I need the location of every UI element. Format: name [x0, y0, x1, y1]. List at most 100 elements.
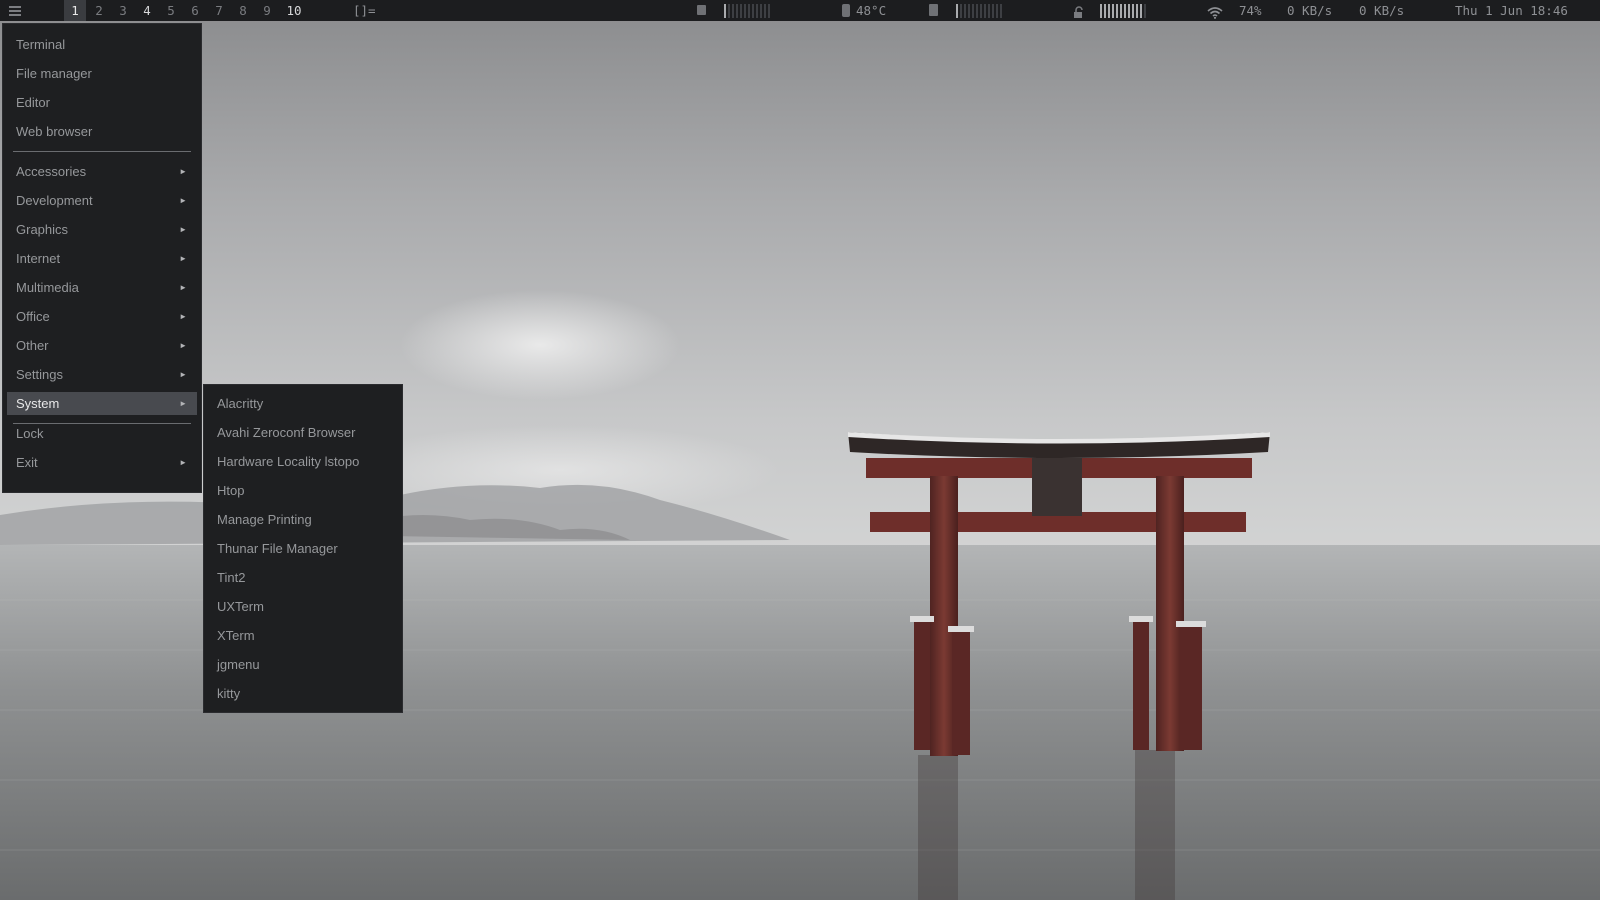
workspace-9[interactable]: 9	[256, 0, 278, 21]
menu-item-lock[interactable]: Lock	[7, 422, 197, 445]
menu-item-label: System	[16, 396, 60, 411]
menu-item-label: Tint2	[217, 570, 246, 585]
menu-category-other[interactable]: Other ►	[7, 334, 197, 357]
usage-bar-segment	[1108, 3, 1110, 18]
lock-icon	[1073, 4, 1085, 18]
submenu-item-xterm[interactable]: XTerm	[208, 624, 398, 647]
usage-bar-segment	[1112, 3, 1114, 18]
submenu-arrow-icon: ►	[179, 283, 187, 292]
submenu-arrow-icon: ►	[179, 225, 187, 234]
menu-category-system[interactable]: System ►	[7, 392, 197, 415]
usage-bar-segment	[1128, 3, 1130, 18]
usage-bar-segment	[972, 3, 974, 18]
wifi-icon[interactable]	[1207, 4, 1223, 19]
workspace-10[interactable]: 10	[283, 0, 305, 21]
cpu-usage-graph	[724, 0, 770, 21]
menu-icon[interactable]	[9, 0, 21, 21]
usage-bar-segment	[1144, 3, 1146, 18]
submenu-item-kitty[interactable]: kitty	[208, 682, 398, 705]
system-submenu: Alacritty Avahi Zeroconf Browser Hardware …	[203, 384, 403, 713]
memory-usage-graph	[956, 0, 1002, 21]
menu-item-label: Editor	[16, 95, 50, 110]
menu-item-editor[interactable]: Editor	[7, 91, 197, 114]
usage-bar-segment	[740, 3, 742, 18]
clock[interactable]: Thu 1 Jun 18:46	[1455, 0, 1568, 21]
usage-bar-segment	[964, 3, 966, 18]
menu-item-file-manager[interactable]: File manager	[7, 62, 197, 85]
submenu-item-hardware-locality-lstopo[interactable]: Hardware Locality lstopo	[208, 450, 398, 473]
menu-item-terminal[interactable]: Terminal	[7, 33, 197, 56]
menu-category-accessories[interactable]: Accessories ►	[7, 160, 197, 183]
disk-usage-graph	[1100, 0, 1146, 21]
usage-bar-segment	[768, 3, 770, 18]
usage-bar-segment	[1124, 3, 1126, 18]
usage-bar-segment	[1100, 3, 1102, 18]
menu-item-label: Alacritty	[217, 396, 264, 411]
menu-item-label: Lock	[16, 426, 44, 441]
menu-item-label: jgmenu	[217, 657, 260, 672]
submenu-item-manage-printing[interactable]: Manage Printing	[208, 508, 398, 531]
menu-item-web-browser[interactable]: Web browser	[7, 120, 197, 143]
usage-bar-segment	[732, 3, 734, 18]
temperature-value: 48°C	[856, 3, 887, 18]
menu-item-label: Avahi Zeroconf Browser	[217, 425, 356, 440]
menu-item-label: Other	[16, 338, 49, 353]
menu-item-label: Graphics	[16, 222, 69, 237]
menu-item-label: XTerm	[217, 628, 255, 643]
usage-bar-segment	[756, 3, 758, 18]
workspace-1[interactable]: 1	[64, 0, 86, 21]
usage-bar-segment	[980, 3, 982, 18]
workspace-5[interactable]: 5	[160, 0, 182, 21]
submenu-item-alacritty[interactable]: Alacritty	[208, 392, 398, 415]
workspace-4[interactable]: 4	[136, 0, 158, 21]
top-status-bar: 1 2 3 4 5 6 7 8 9 10 []= 48°C 74% 0 KB/s 0 KB/s T…	[0, 0, 1600, 21]
usage-bar-segment	[764, 3, 766, 18]
menu-category-office[interactable]: Office ►	[7, 305, 197, 328]
submenu-item-thunar-file-manager[interactable]: Thunar File Manager	[208, 537, 398, 560]
usage-bar-segment	[1116, 3, 1118, 18]
menu-category-settings[interactable]: Settings ►	[7, 363, 197, 386]
submenu-item-uxterm[interactable]: UXTerm	[208, 595, 398, 618]
usage-bar-segment	[748, 3, 750, 18]
workspace-6[interactable]: 6	[184, 0, 206, 21]
usage-bar-segment	[744, 3, 746, 18]
submenu-item-htop[interactable]: Htop	[208, 479, 398, 502]
usage-bar-segment	[988, 3, 990, 18]
menu-item-label: Hardware Locality lstopo	[217, 454, 360, 469]
usage-bar-segment	[1132, 3, 1134, 18]
thermometer-icon	[842, 4, 850, 17]
submenu-arrow-icon: ►	[179, 341, 187, 350]
workspace-7[interactable]: 7	[208, 0, 230, 21]
workspace-3[interactable]: 3	[112, 0, 134, 21]
submenu-item-jgmenu[interactable]: jgmenu	[208, 653, 398, 676]
cpu-icon	[697, 5, 706, 15]
usage-bar-segment	[976, 3, 978, 18]
usage-bar-segment	[1104, 3, 1106, 18]
usage-bar-segment	[960, 3, 962, 18]
usage-bar-segment	[724, 3, 726, 18]
submenu-item-avahi-zeroconf-browser[interactable]: Avahi Zeroconf Browser	[208, 421, 398, 444]
menu-item-label: kitty	[217, 686, 241, 701]
menu-item-label: Web browser	[16, 124, 93, 139]
usage-bar-segment	[1000, 3, 1002, 18]
submenu-item-tint2[interactable]: Tint2	[208, 566, 398, 589]
usage-bar-segment	[728, 3, 730, 18]
wifi-strength: 74%	[1239, 3, 1262, 18]
menu-category-development[interactable]: Development ►	[7, 189, 197, 212]
menu-item-label: UXTerm	[217, 599, 264, 614]
menu-item-label: Office	[16, 309, 50, 324]
usage-bar-segment	[992, 3, 994, 18]
menu-separator	[13, 151, 191, 152]
workspace-2[interactable]: 2	[88, 0, 110, 21]
usage-bar-segment	[956, 3, 958, 18]
submenu-arrow-icon: ►	[179, 312, 187, 321]
menu-category-graphics[interactable]: Graphics ►	[7, 218, 197, 241]
submenu-arrow-icon: ►	[179, 399, 187, 408]
menu-category-internet[interactable]: Internet ►	[7, 247, 197, 270]
workspace-8[interactable]: 8	[232, 0, 254, 21]
menu-item-exit[interactable]: Exit ►	[7, 451, 197, 474]
usage-bar-segment	[968, 3, 970, 18]
menu-category-multimedia[interactable]: Multimedia ►	[7, 276, 197, 299]
submenu-arrow-icon: ►	[179, 254, 187, 263]
layout-indicator[interactable]: []=	[353, 0, 376, 21]
